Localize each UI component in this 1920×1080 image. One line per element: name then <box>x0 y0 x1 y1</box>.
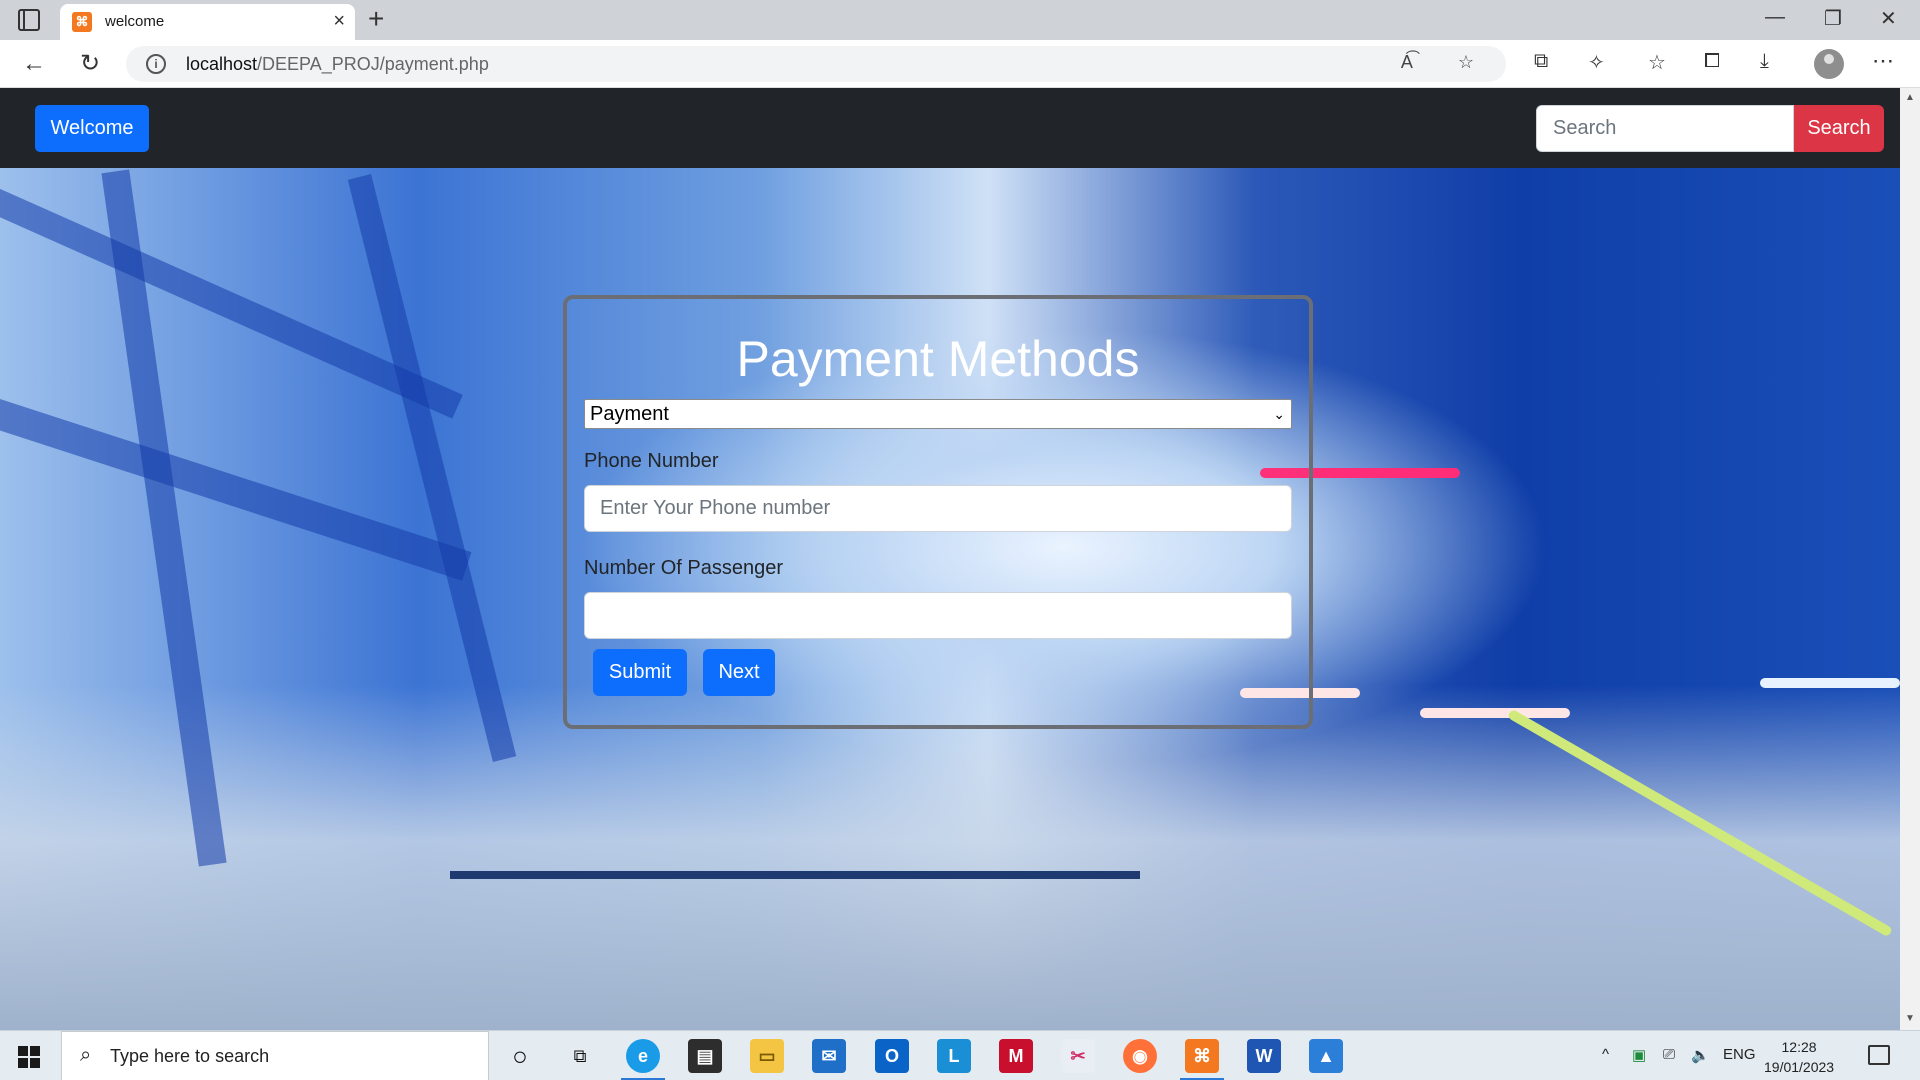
notifications-icon[interactable] <box>1868 1045 1890 1065</box>
volume-icon[interactable]: 🔈 <box>1691 1046 1710 1064</box>
taskbar-search-placeholder: Type here to search <box>110 1046 270 1066</box>
browser-tab-welcome[interactable]: ⌘ welcome × <box>60 4 355 40</box>
chevron-down-icon: ⌄ <box>1273 406 1285 422</box>
passenger-count-label: Number Of Passenger <box>584 557 783 579</box>
taskbar-search-box[interactable]: ⌕ Type here to search <box>61 1031 489 1080</box>
site-navbar: Welcome Search Search <box>0 88 1900 168</box>
web-page: Welcome Search Search Payment Methods Pa… <box>0 88 1900 1030</box>
read-aloud-icon[interactable]: A͡ ☆ <box>1401 52 1494 73</box>
cortana-icon[interactable]: ○ <box>503 1039 537 1073</box>
outlook-icon[interactable]: O <box>875 1039 909 1073</box>
mcafee-icon[interactable]: M <box>999 1039 1033 1073</box>
page-scrollbar[interactable]: ▲ ▼ <box>1900 88 1920 1030</box>
lexicon-icon[interactable]: L <box>937 1039 971 1073</box>
refresh-icon[interactable]: ↻ <box>74 48 106 80</box>
download-icon[interactable]: ⤓ <box>1760 50 1769 73</box>
hero-background-image: Payment Methods Payment ⌄ Phone Number E… <box>0 168 1900 1030</box>
photos-icon[interactable]: ▲ <box>1309 1039 1343 1073</box>
passenger-count-input[interactable] <box>584 592 1292 639</box>
payment-method-select[interactable]: Payment ⌄ <box>584 399 1292 429</box>
edge-icon[interactable]: e <box>626 1039 660 1073</box>
collections-tab-icon[interactable]: ⧠ <box>1704 50 1720 73</box>
collections-icon[interactable]: ⧉ <box>1534 50 1548 73</box>
tab-actions-icon[interactable] <box>18 9 40 31</box>
scroll-down-icon[interactable]: ▼ <box>1905 1013 1915 1024</box>
url-field[interactable]: i localhost/DEEPA_PROJ/payment.php A͡ ☆ <box>126 46 1506 82</box>
tab-title: welcome <box>105 13 165 30</box>
page-title: Payment Methods <box>736 331 1140 387</box>
clock-date: 19/01/2023 <box>1764 1059 1835 1075</box>
restore-icon[interactable]: ❐ <box>1824 6 1842 31</box>
more-options-icon[interactable]: ⋯ <box>1872 48 1894 74</box>
welcome-button[interactable]: Welcome <box>35 105 149 152</box>
battery-icon[interactable]: ▣ <box>1632 1046 1646 1064</box>
back-arrow-icon[interactable]: ← <box>18 48 50 80</box>
payment-select-value: Payment <box>590 403 669 425</box>
submit-button[interactable]: Submit <box>593 649 687 696</box>
word-icon[interactable]: W <box>1247 1039 1281 1073</box>
task-view-icon[interactable]: ⧉ <box>563 1039 597 1073</box>
next-button[interactable]: Next <box>703 649 775 696</box>
profile-avatar[interactable] <box>1814 49 1844 79</box>
firefox-icon[interactable]: ◉ <box>1123 1039 1157 1073</box>
payment-form-panel: Payment Methods Payment ⌄ Phone Number E… <box>563 295 1313 729</box>
language-indicator[interactable]: ENG <box>1723 1046 1756 1063</box>
mail-icon[interactable]: ✉ <box>812 1039 846 1073</box>
navbar-search-button[interactable]: Search <box>1794 105 1884 152</box>
show-hidden-icons-icon[interactable]: ^ <box>1602 1046 1609 1063</box>
site-info-icon[interactable]: i <box>146 54 166 74</box>
clock-time: 12:28 <box>1781 1039 1817 1055</box>
phone-number-label: Phone Number <box>584 450 719 472</box>
navbar-search-input[interactable]: Search <box>1536 105 1794 152</box>
address-bar-row: ← ↻ i localhost/DEEPA_PROJ/payment.php A… <box>0 40 1920 88</box>
minimize-icon[interactable]: — <box>1765 6 1785 29</box>
new-tab-icon[interactable]: + <box>368 3 384 35</box>
window-close-icon[interactable]: ✕ <box>1880 6 1897 31</box>
favorites-icon[interactable]: ☆ <box>1648 50 1666 75</box>
snip-icon[interactable]: ✂ <box>1061 1039 1095 1073</box>
meet-now-icon[interactable]: ⎚ <box>1663 1046 1675 1063</box>
xampp-icon[interactable]: ⌘ <box>1185 1039 1219 1073</box>
xampp-favicon-icon: ⌘ <box>72 12 92 32</box>
phone-number-input[interactable]: Enter Your Phone number <box>584 485 1292 532</box>
scroll-up-icon[interactable]: ▲ <box>1905 92 1915 103</box>
taskbar-clock[interactable]: 12:28 19/01/2023 <box>1764 1037 1834 1077</box>
windows-taskbar: ⌕ Type here to search ○ ⧉ e ▤ ▭ ✉ O L M … <box>0 1030 1920 1080</box>
extensions-icon[interactable]: ✧ <box>1588 50 1605 75</box>
browser-tab-bar: ⌘ welcome × + — ❐ ✕ <box>0 0 1920 40</box>
file-explorer-icon[interactable]: ▭ <box>750 1039 784 1073</box>
windows-start-icon[interactable] <box>18 1046 40 1068</box>
store-icon[interactable]: ▤ <box>688 1039 722 1073</box>
search-icon: ⌕ <box>80 1044 92 1066</box>
tab-close-icon[interactable]: × <box>333 10 345 33</box>
url-text: localhost/DEEPA_PROJ/payment.php <box>186 54 489 74</box>
